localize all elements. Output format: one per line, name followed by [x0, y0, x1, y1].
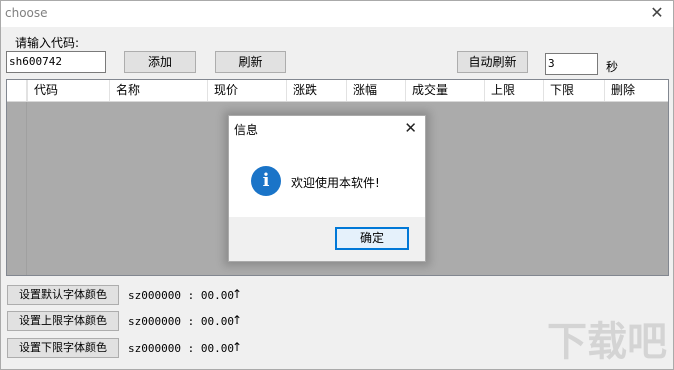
code-input-label: 请输入代码:	[15, 36, 80, 50]
info-icon: i	[251, 166, 281, 196]
watermark-logo: 下载吧	[547, 319, 667, 365]
set-upper-limit-font-color-button[interactable]: 设置上限字体颜色	[7, 311, 119, 331]
grid-corner	[7, 80, 27, 101]
interval-input[interactable]: 3	[545, 53, 598, 75]
auto-refresh-button[interactable]: 自动刷新	[457, 51, 528, 73]
dialog-footer: 确定	[229, 217, 425, 261]
column-header-delete[interactable]: 删除	[604, 80, 668, 101]
add-button[interactable]: 添加	[124, 51, 196, 73]
close-icon[interactable]: ✕	[649, 5, 665, 21]
column-header-change-pct[interactable]: 涨幅	[346, 80, 408, 101]
dialog-message: 欢迎使用本软件!	[291, 176, 380, 190]
set-default-font-color-button[interactable]: 设置默认字体颜色	[7, 285, 119, 305]
column-header-code[interactable]: 代码	[27, 80, 113, 101]
grid-row-header	[7, 102, 27, 275]
column-header-upper-limit[interactable]: 上限	[484, 80, 546, 101]
dialog-title: 信息	[234, 123, 259, 137]
close-icon[interactable]: ✕	[404, 119, 417, 137]
column-header-change[interactable]: 涨跌	[286, 80, 349, 101]
ok-button[interactable]: 确定	[335, 227, 409, 250]
up-arrow-icon: ↑	[232, 340, 243, 354]
up-arrow-icon: ↑	[232, 313, 243, 327]
code-input[interactable]: sh600742	[6, 51, 106, 73]
column-header-lower-limit[interactable]: 下限	[543, 80, 607, 101]
info-dialog: 信息 ✕ i 欢迎使用本软件! 确定	[228, 115, 426, 262]
set-lower-limit-font-color-button[interactable]: 设置下限字体颜色	[7, 338, 119, 358]
title-bar: choose ✕	[1, 1, 673, 27]
default-color-status: sz000000 : 00.00	[128, 289, 234, 302]
up-arrow-icon: ↑	[232, 287, 243, 301]
refresh-button[interactable]: 刷新	[215, 51, 286, 73]
upper-limit-color-status: sz000000 : 00.00	[128, 315, 234, 328]
column-header-price[interactable]: 现价	[207, 80, 289, 101]
lower-limit-color-status: sz000000 : 00.00	[128, 342, 234, 355]
column-header-name[interactable]: 名称	[109, 80, 211, 101]
grid-header: 代码 名称 现价 涨跌 涨幅 成交量 上限 下限 删除	[7, 80, 668, 102]
interval-unit-label: 秒	[606, 60, 619, 74]
window-title: choose	[5, 6, 48, 20]
column-header-volume[interactable]: 成交量	[405, 80, 487, 101]
